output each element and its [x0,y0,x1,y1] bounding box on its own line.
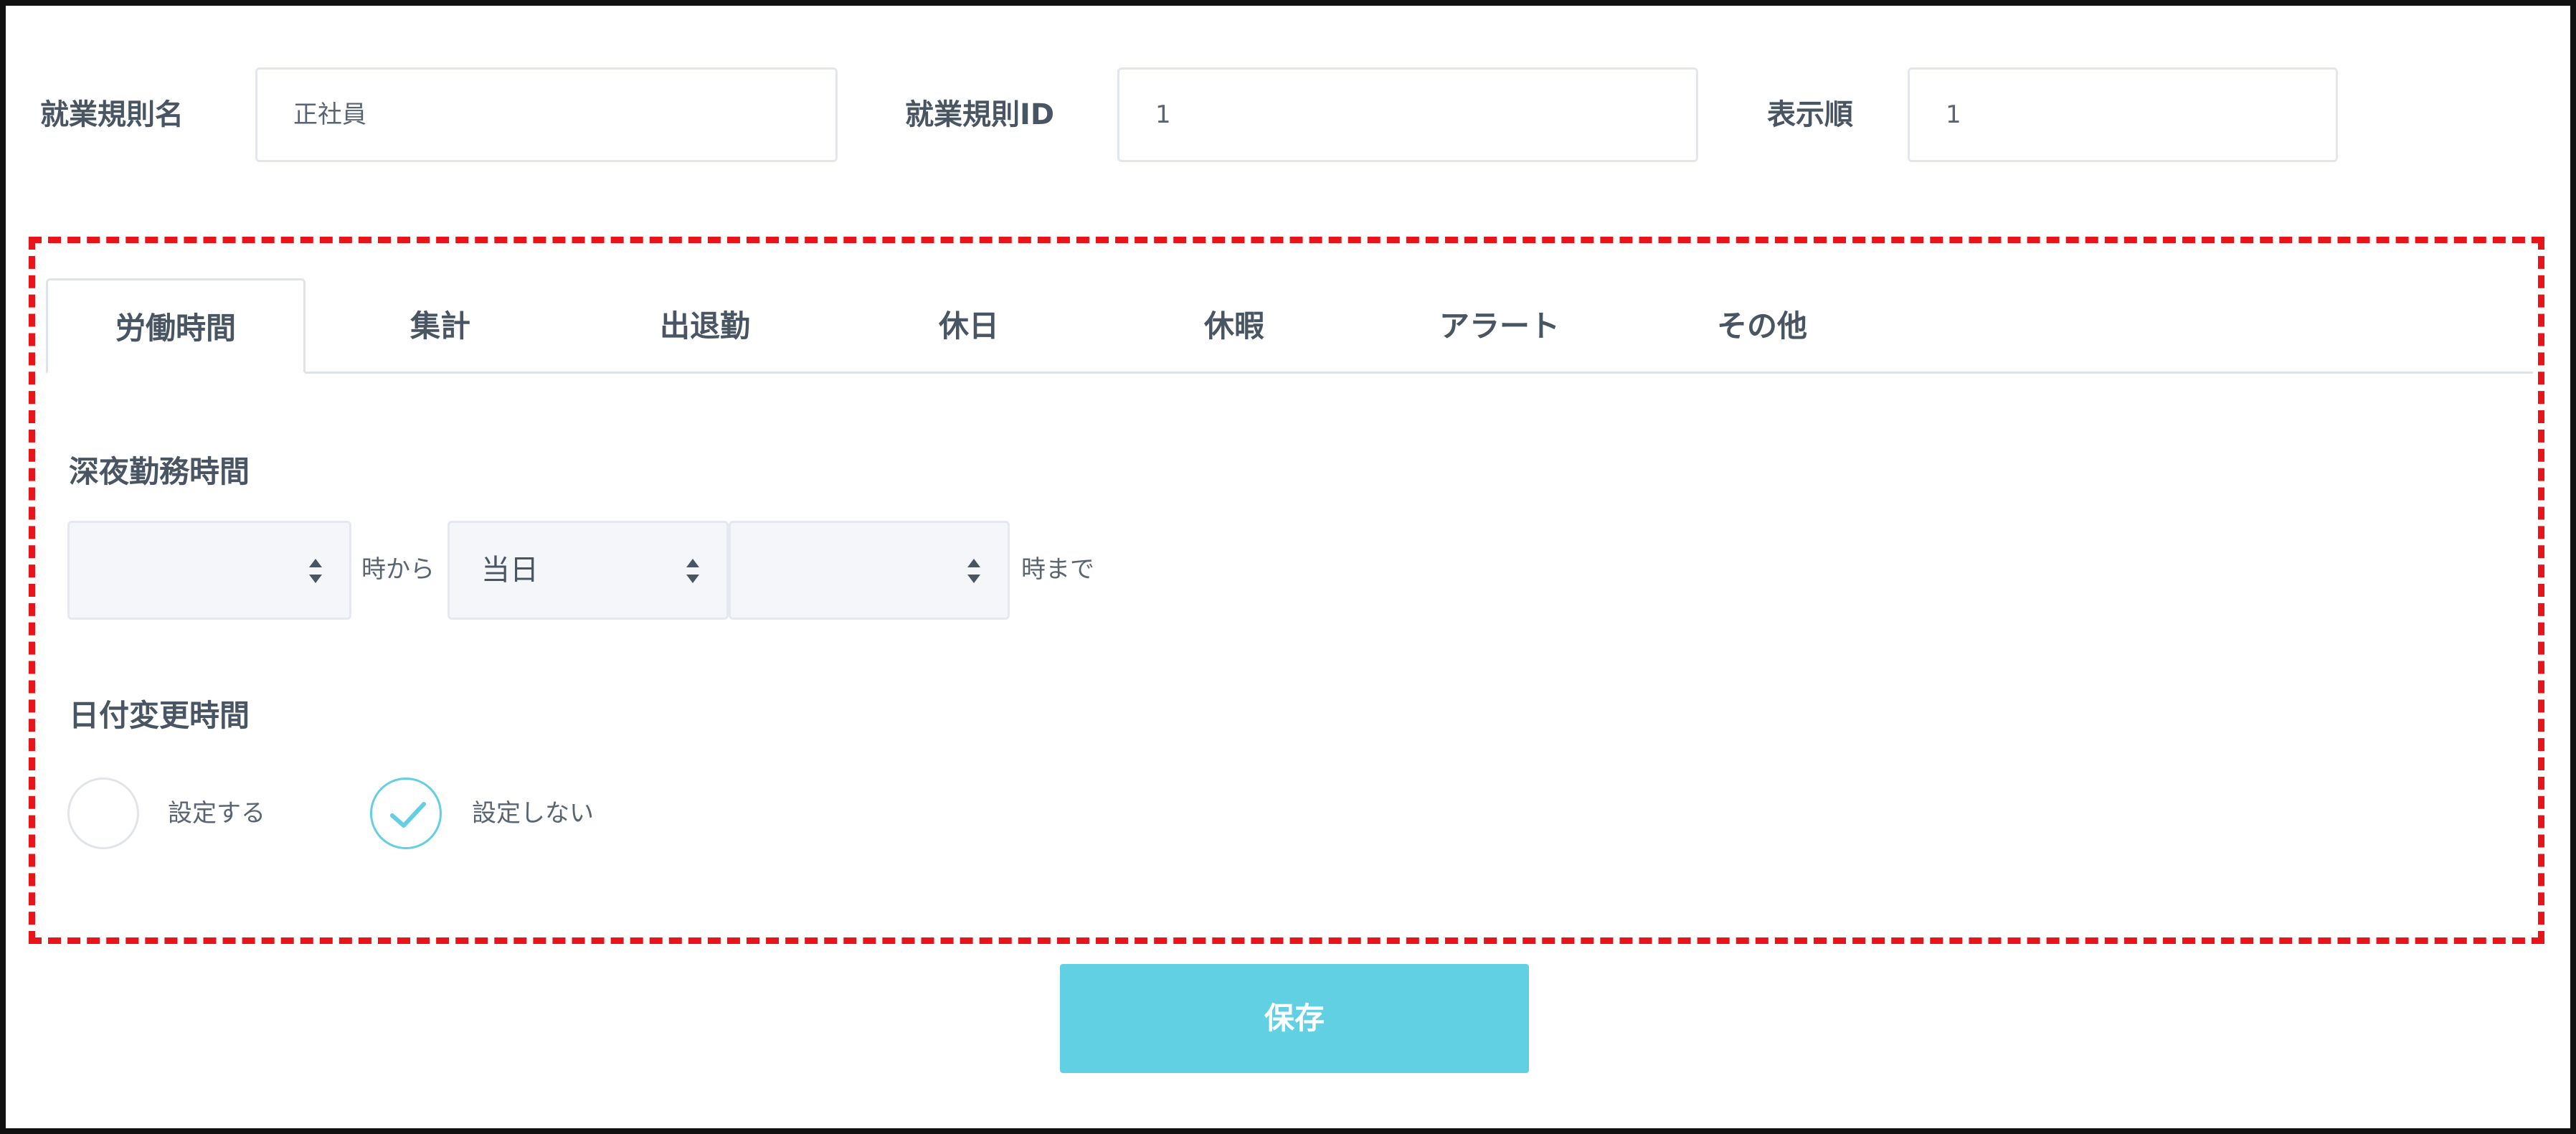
radio-not-set-label: 設定しない [472,799,594,828]
tab-attendance[interactable]: 出退勤 [615,278,795,374]
tab-holidays[interactable]: 休日 [879,278,1059,374]
tab-other[interactable]: その他 [1672,278,1852,374]
chevron-up-down-icon [967,559,980,583]
day-select-value: 当日 [481,554,539,587]
rule-name-label: 就業規則名 [40,98,184,131]
display-order-input[interactable]: 1 [1908,67,2338,162]
rule-id-input[interactable]: 1 [1117,67,1698,162]
night-start-hour-select[interactable] [67,521,351,620]
until-text: 時まで [1021,555,1094,584]
tab-working-hours[interactable]: 労働時間 [46,278,306,374]
save-button[interactable]: 保存 [1060,964,1529,1073]
rule-name-input[interactable]: 正社員 [255,67,838,162]
day-select[interactable]: 当日 [448,521,729,620]
display-order-label: 表示順 [1767,98,1853,131]
chevron-up-down-icon [309,559,322,583]
night-end-hour-select[interactable] [729,521,1010,620]
radio-not-set[interactable] [370,778,442,849]
window-frame: 就業規則名 正社員 就業規則ID 1 表示順 1 労働時間 集計 出退勤 休日 … [0,0,2576,1134]
radio-set-label: 設定する [168,799,265,828]
check-icon [390,802,426,828]
rule-id-label: 就業規則ID [905,98,1055,131]
from-text: 時から [361,555,435,584]
chevron-up-down-icon [686,559,699,583]
radio-set[interactable] [67,778,139,849]
tab-alerts[interactable]: アラート [1410,278,1589,374]
tab-aggregation[interactable]: 集計 [349,278,532,374]
tab-leave[interactable]: 休暇 [1145,278,1324,374]
date-change-title: 日付変更時間 [69,698,250,733]
night-work-title: 深夜勤務時間 [69,454,250,489]
